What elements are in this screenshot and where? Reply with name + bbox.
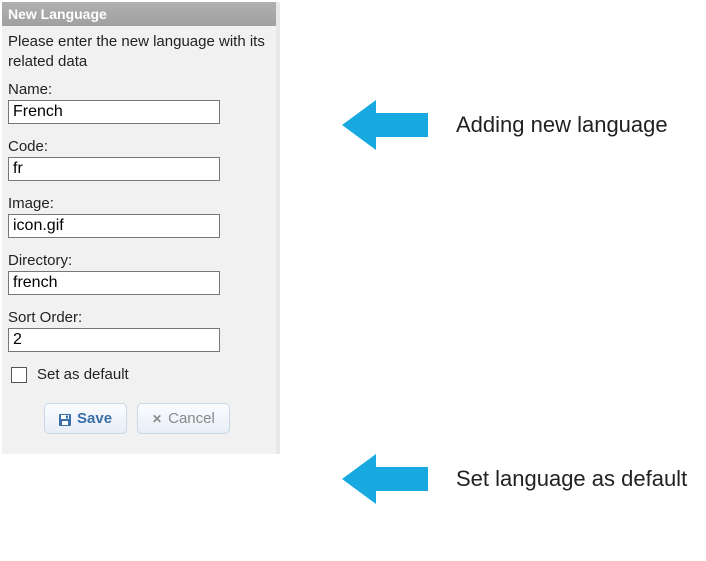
panel-title: New Language	[2, 2, 276, 26]
close-icon: ✕	[152, 412, 162, 426]
field-name: Name:	[8, 81, 270, 124]
name-label: Name:	[8, 81, 270, 98]
sort-order-label: Sort Order:	[8, 309, 270, 326]
language-form: Name: Code: Image: Directory: Sort Order…	[2, 81, 276, 454]
set-default-checkbox[interactable]	[11, 367, 27, 383]
disk-icon	[59, 413, 71, 425]
arrow-left-icon	[342, 454, 428, 504]
image-label: Image:	[8, 195, 270, 212]
save-button-label: Save	[77, 410, 112, 427]
field-directory: Directory:	[8, 252, 270, 295]
cancel-button[interactable]: ✕ Cancel	[137, 403, 230, 434]
set-default-label: Set as default	[37, 366, 129, 383]
field-sort-order: Sort Order:	[8, 309, 270, 352]
field-image: Image:	[8, 195, 270, 238]
new-language-panel: New Language Please enter the new langua…	[2, 2, 280, 454]
panel-instruction: Please enter the new language with its r…	[2, 26, 276, 81]
annotation-add-language: Adding new language	[342, 100, 668, 150]
annotation-set-default: Set language as default	[342, 454, 687, 504]
arrow-left-icon	[342, 100, 428, 150]
field-code: Code:	[8, 138, 270, 181]
sort-order-input[interactable]	[8, 328, 220, 352]
directory-label: Directory:	[8, 252, 270, 269]
name-input[interactable]	[8, 100, 220, 124]
directory-input[interactable]	[8, 271, 220, 295]
code-input[interactable]	[8, 157, 220, 181]
set-default-row: Set as default	[11, 366, 270, 383]
button-row: Save ✕ Cancel	[44, 403, 270, 434]
annotation-set-default-text: Set language as default	[456, 465, 687, 493]
annotation-add-language-text: Adding new language	[456, 111, 668, 139]
save-button[interactable]: Save	[44, 403, 127, 434]
code-label: Code:	[8, 138, 270, 155]
image-input[interactable]	[8, 214, 220, 238]
cancel-button-label: Cancel	[168, 410, 215, 427]
